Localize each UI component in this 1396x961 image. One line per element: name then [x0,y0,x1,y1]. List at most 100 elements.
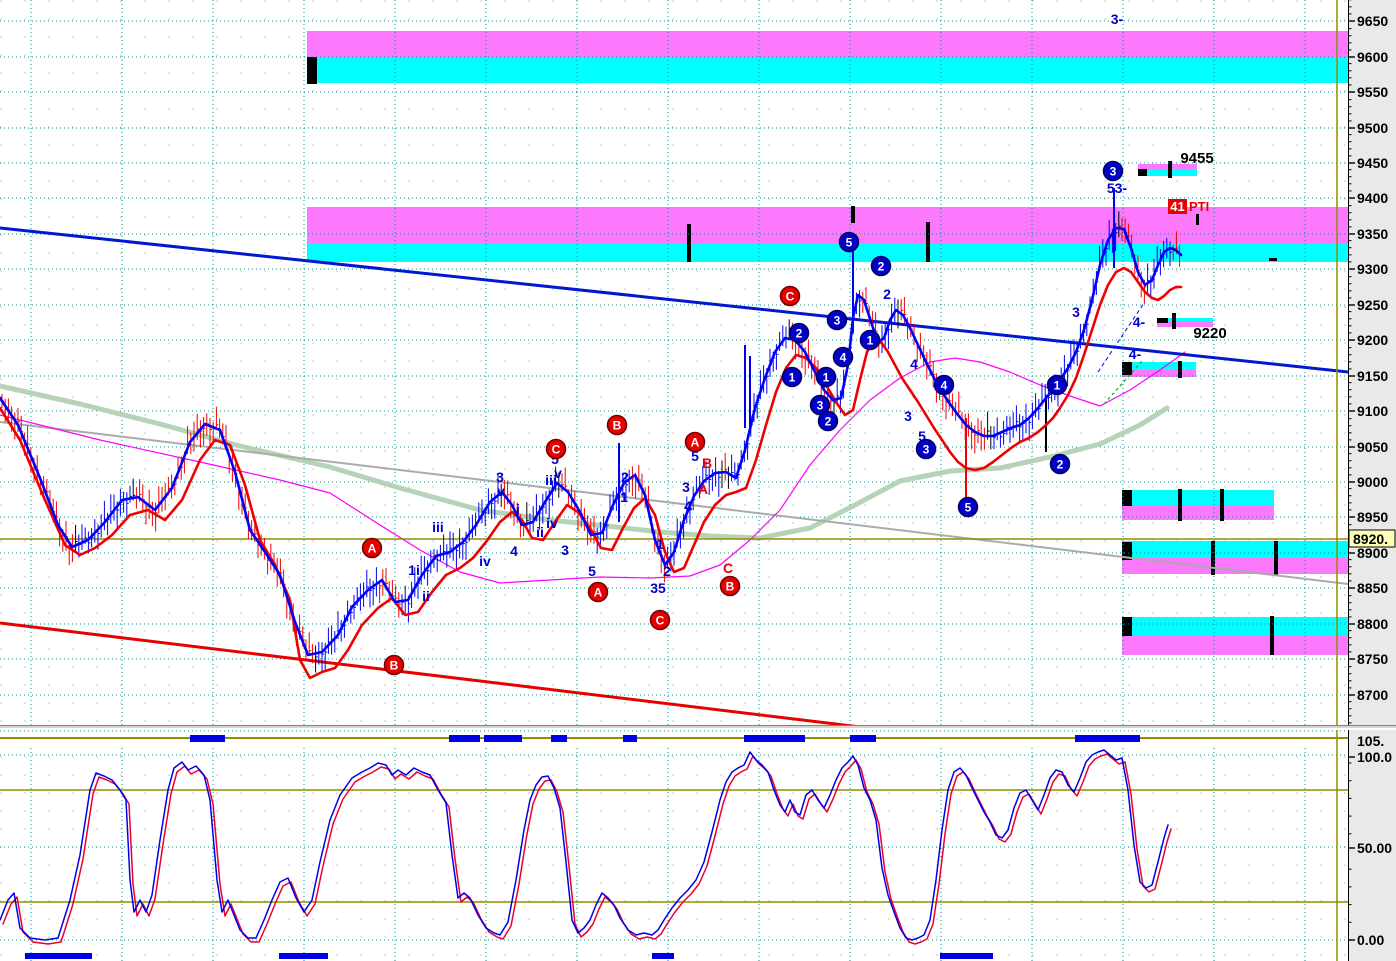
svg-text:41: 41 [1170,199,1184,214]
svg-text:C: C [656,614,665,628]
svg-text:C: C [786,290,795,304]
zone-8890-mark [1274,541,1278,575]
zone-8970-mark [1220,489,1224,521]
svg-text:53-: 53- [1107,180,1128,196]
price-axis-label: 8700 [1357,687,1388,703]
target-zone-top [307,31,1348,57]
svg-text:A: A [691,436,700,450]
svg-text:ii: ii [422,588,430,604]
svg-text:2: 2 [825,415,832,429]
svg-text:4-: 4- [1133,314,1146,330]
svg-text:2: 2 [796,327,803,341]
target-zone-top [307,57,1348,83]
price-axis-label: 9400 [1357,190,1388,206]
price-axis-label: 9450 [1357,155,1388,171]
svg-text:1: 1 [620,489,628,505]
panel-splitter[interactable] [0,725,1396,729]
svg-text:3-: 3- [1111,11,1124,27]
svg-text:3: 3 [904,408,912,424]
oscillator-axis-label: 105. [1357,733,1384,749]
svg-text:A: A [698,481,708,497]
svg-text:1: 1 [867,334,874,348]
svg-text:v: v [554,465,562,481]
svg-text:8920.: 8920. [1353,531,1388,547]
zone-8790-mark [1122,617,1132,636]
xtl-uptrend-bar [484,735,522,742]
xtl-uptrend-bar [190,735,225,742]
zone-8790-mark [1270,616,1274,655]
target-zone-top-mark [307,57,317,84]
svg-text:4: 4 [910,356,918,372]
price-axis-label: 8850 [1357,580,1388,596]
zone-8890-mark [1211,541,1215,575]
svg-text:i: i [516,501,520,517]
svg-text:4: 4 [510,543,518,559]
zone-9150-mark [1178,361,1182,378]
svg-text:5: 5 [588,563,596,579]
signal-bar [25,953,92,959]
svg-text:35: 35 [650,580,666,596]
target-zone-mid [307,243,1348,262]
svg-text:A: A [594,586,603,600]
svg-text:3: 3 [682,479,690,495]
svg-text:B: B [390,659,399,673]
price-axis-label: 9500 [1357,120,1388,136]
svg-text:4: 4 [840,351,847,365]
zone-8790 [1122,635,1348,655]
price-axis-label: 9650 [1357,13,1388,29]
price-axis-label: 9600 [1357,49,1388,65]
oscillator-panel[interactable] [0,730,1348,961]
svg-text:3: 3 [817,399,824,413]
svg-text:3: 3 [923,443,930,457]
svg-text:3: 3 [1110,165,1117,179]
svg-text:1: 1 [789,371,796,385]
xtl-uptrend-bar [850,735,876,742]
svg-text:PTI: PTI [1189,199,1209,214]
price-axis[interactable]: 9650 9600 9550 9500 9450 9400 9350 9300 9250 9200… [1348,0,1396,738]
target-zone-mid-mark [851,206,855,223]
chart-canvas[interactable]: 3-53-34-4-24352153412353vi4iiiiiv5iv35ii… [0,0,1396,961]
svg-text:3: 3 [834,314,841,328]
svg-text:2: 2 [883,286,891,302]
svg-text:3: 3 [561,542,569,558]
price-panel[interactable]: 3-53-34-4-24352153412353vi4iiiiiv5iv35ii… [0,0,1348,733]
xtl-uptrend-bar [449,735,480,742]
svg-text:9220: 9220 [1193,325,1226,342]
svg-text:2: 2 [663,563,671,579]
svg-text:1: 1 [823,371,830,385]
svg-text:iv: iv [479,553,491,569]
svg-text:1i: 1i [408,562,420,578]
signal-bar [940,953,993,959]
xtl-uptrend-bar [744,735,805,742]
price-axis-label: 9250 [1357,297,1388,313]
xtl-uptrend-bar [623,735,637,742]
svg-text:B: B [726,580,735,594]
svg-text:4: 4 [684,498,692,514]
svg-text:5: 5 [846,236,853,250]
price-axis-label: 8750 [1357,651,1388,667]
oscillator-axis-label: 50.00 [1357,840,1392,856]
svg-text:iv: iv [546,515,558,531]
zone-8970-mark [1178,489,1182,521]
zone-8970 [1122,490,1274,506]
signal-bar [279,953,328,959]
price-axis-label: 9150 [1357,368,1388,384]
oscillator-axis[interactable]: 105.100.0 50.00 0.00 [1348,730,1396,961]
chart-window: 3-53-34-4-24352153412353vi4iiiiiv5iv35ii… [0,0,1396,961]
target-zone-mid-mark [687,224,691,262]
svg-text:C: C [552,443,561,457]
price-axis-label: 9100 [1357,403,1388,419]
svg-text:2: 2 [621,469,629,485]
svg-text:B: B [702,455,712,471]
zone-9455-mark [1138,169,1147,176]
svg-text:C: C [723,560,733,576]
price-axis-label: 9300 [1357,261,1388,277]
zone-9455-mark [1168,161,1172,178]
oscillator-axis-label: 0.00 [1357,932,1384,948]
price-axis-label: 9050 [1357,439,1388,455]
zone-8970 [1122,506,1274,520]
svg-text:9455: 9455 [1180,150,1213,167]
svg-text:4-: 4- [1129,346,1142,362]
zone-8790 [1122,617,1348,635]
svg-text:5: 5 [965,501,972,515]
